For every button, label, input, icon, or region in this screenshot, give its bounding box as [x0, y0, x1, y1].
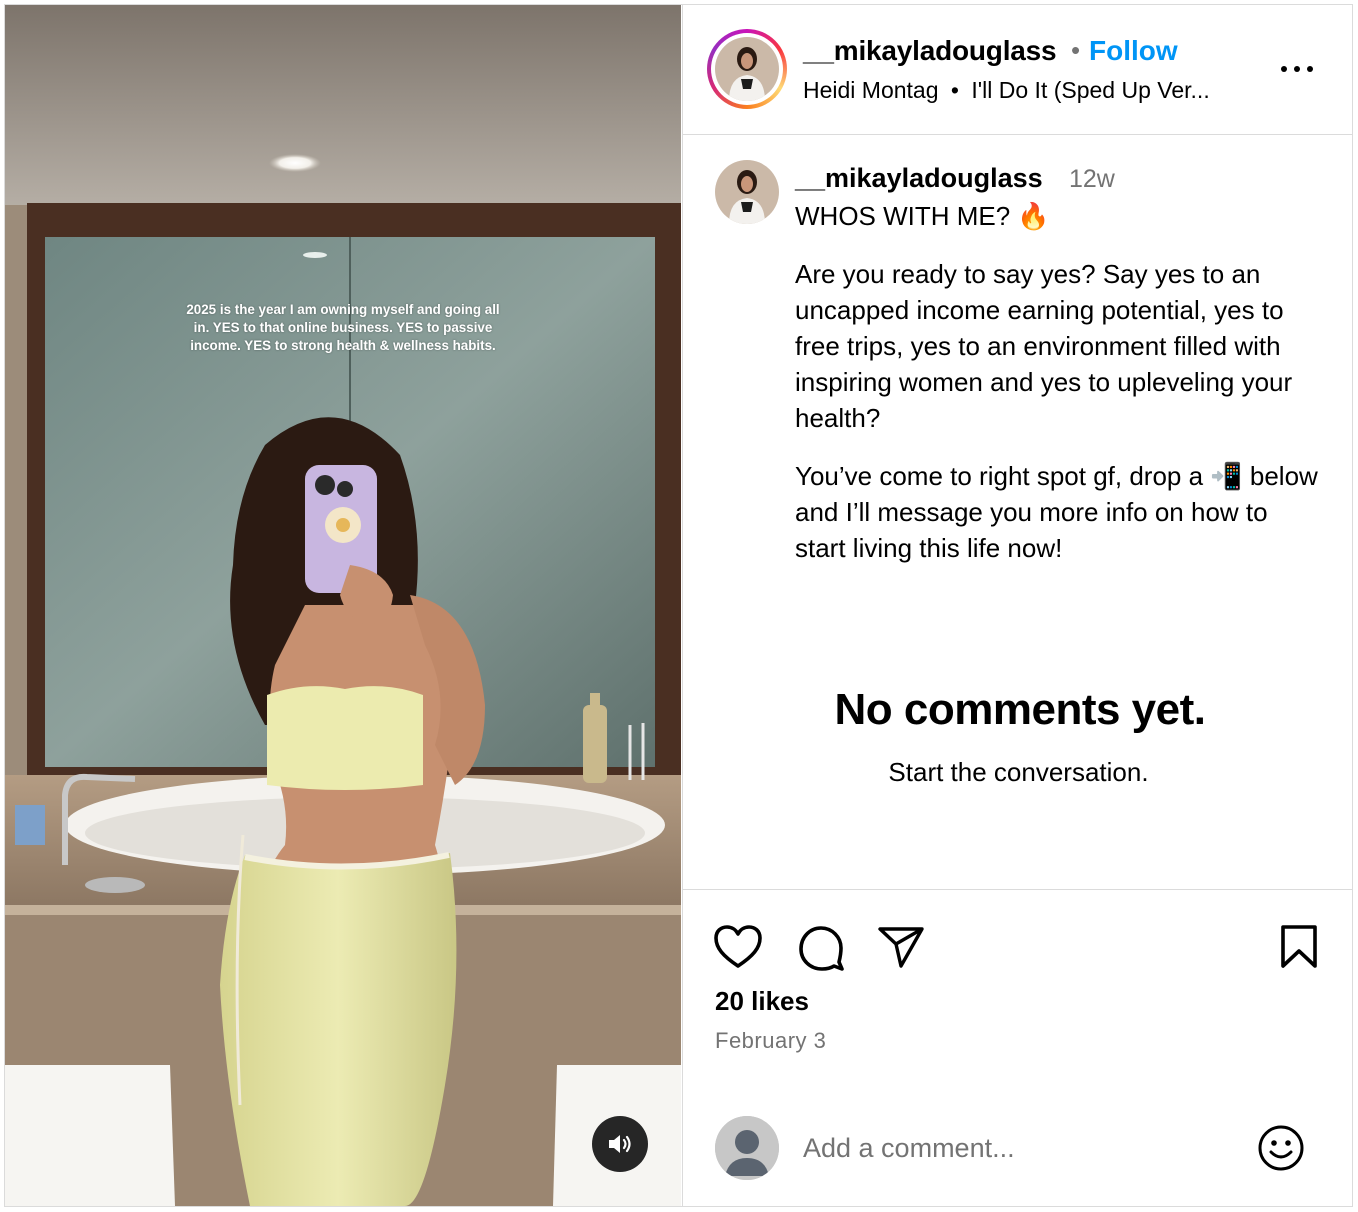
comment-icon[interactable]: [797, 924, 845, 972]
audio-separator: •: [950, 77, 959, 103]
caption-username[interactable]: __mikayladouglass: [795, 163, 1043, 194]
bathroom-selfie-image: [5, 5, 681, 1206]
caption-line: You’ve come to right spot gf, drop a 📲 b…: [795, 461, 1318, 563]
media-overlay-caption: 2025 is the year I am owning myself and …: [186, 302, 500, 353]
caption-line: Are you ready to say yes? Say yes to an …: [795, 259, 1293, 433]
empty-comments-title: No comments yet.: [834, 685, 1206, 734]
empty-comments-subtitle: Start the conversation.: [888, 757, 1149, 787]
speaker-icon: [609, 1135, 631, 1153]
caption-line: WHOS WITH ME? 🔥: [795, 201, 1050, 231]
heart-icon[interactable]: [713, 924, 763, 970]
story-ring-avatar[interactable]: [707, 29, 787, 109]
likes-count[interactable]: 20 likes: [715, 986, 809, 1017]
audio-attribution[interactable]: Heidi Montag • I'll Do It (Sped Up Ver..…: [803, 77, 1253, 104]
caption-timestamp[interactable]: 12w: [1069, 165, 1115, 194]
empty-comments-state: No comments yet. Start the conversation.: [683, 685, 1352, 788]
post-header: __mikayladouglass • Follow Heidi Montag …: [683, 5, 1352, 135]
post-actions: 20 likes February 3: [683, 889, 1352, 1206]
send-icon[interactable]: [877, 924, 925, 970]
follow-button[interactable]: Follow: [1089, 35, 1178, 67]
more-options-icon[interactable]: [1277, 57, 1317, 81]
post-details-panel: __mikayladouglass • Follow Heidi Montag …: [682, 5, 1352, 1206]
add-comment-row: [683, 1110, 1352, 1190]
post-media[interactable]: 2025 is the year I am owning myself and …: [5, 5, 681, 1206]
audio-artist: Heidi Montag: [803, 77, 939, 103]
emoji-icon[interactable]: [1257, 1124, 1305, 1172]
audio-toggle-button[interactable]: [592, 1116, 648, 1172]
post-date[interactable]: February 3: [715, 1028, 826, 1054]
header-separator: •: [1071, 35, 1081, 65]
comment-input[interactable]: [803, 1126, 1233, 1170]
post-dialog: 2025 is the year I am owning myself and …: [4, 4, 1353, 1207]
header-username[interactable]: __mikayladouglass: [803, 35, 1057, 67]
bookmark-icon[interactable]: [1279, 924, 1319, 970]
avatar[interactable]: [715, 160, 779, 224]
avatar: [715, 37, 779, 101]
user-avatar-placeholder: [715, 1116, 779, 1180]
caption-text: WHOS WITH ME? 🔥 Are you ready to say yes…: [795, 198, 1325, 566]
audio-track: I'll Do It (Sped Up Ver...: [971, 77, 1210, 103]
